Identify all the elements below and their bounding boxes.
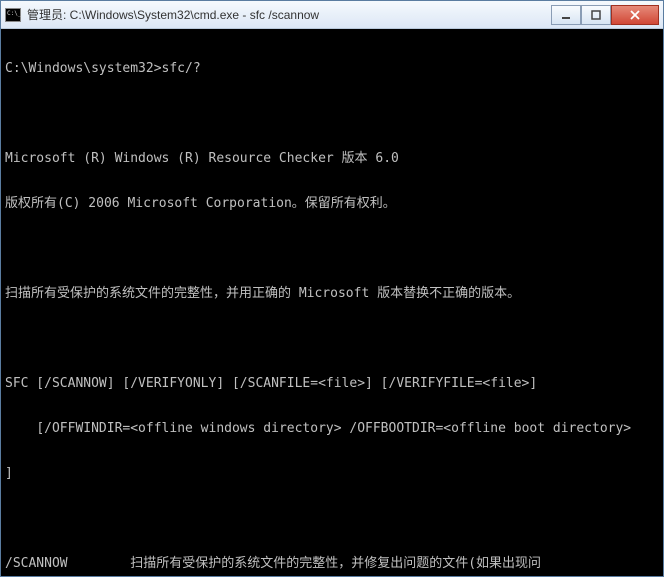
output-line: ] (5, 466, 659, 481)
prompt-line: C:\Windows\system32>sfc/? (5, 61, 659, 76)
output-line: /SCANNOW 扫描所有受保护的系统文件的完整性，并修复出问题的文件(如果出现… (5, 556, 659, 571)
output-line (5, 331, 659, 346)
output-line: [/OFFWINDIR=<offline windows directory> … (5, 421, 659, 436)
maximize-button[interactable] (581, 5, 611, 25)
titlebar[interactable]: 管理员: C:\Windows\System32\cmd.exe - sfc /… (1, 1, 663, 29)
output-line (5, 241, 659, 256)
output-line: SFC [/SCANNOW] [/VERIFYONLY] [/SCANFILE=… (5, 376, 659, 391)
cmd-window: 管理员: C:\Windows\System32\cmd.exe - sfc /… (0, 0, 664, 577)
output-line: 版权所有(C) 2006 Microsoft Corporation。保留所有权… (5, 196, 659, 211)
output-line: 扫描所有受保护的系统文件的完整性，并用正确的 Microsoft 版本替换不正确… (5, 286, 659, 301)
window-controls (551, 5, 659, 25)
output-line: Microsoft (R) Windows (R) Resource Check… (5, 151, 659, 166)
cmd-icon (5, 8, 21, 22)
minimize-button[interactable] (551, 5, 581, 25)
close-button[interactable] (611, 5, 659, 25)
output-line (5, 511, 659, 526)
terminal-output[interactable]: C:\Windows\system32>sfc/? Microsoft (R) … (1, 29, 663, 576)
output-line (5, 106, 659, 121)
window-title: 管理员: C:\Windows\System32\cmd.exe - sfc /… (27, 6, 551, 23)
